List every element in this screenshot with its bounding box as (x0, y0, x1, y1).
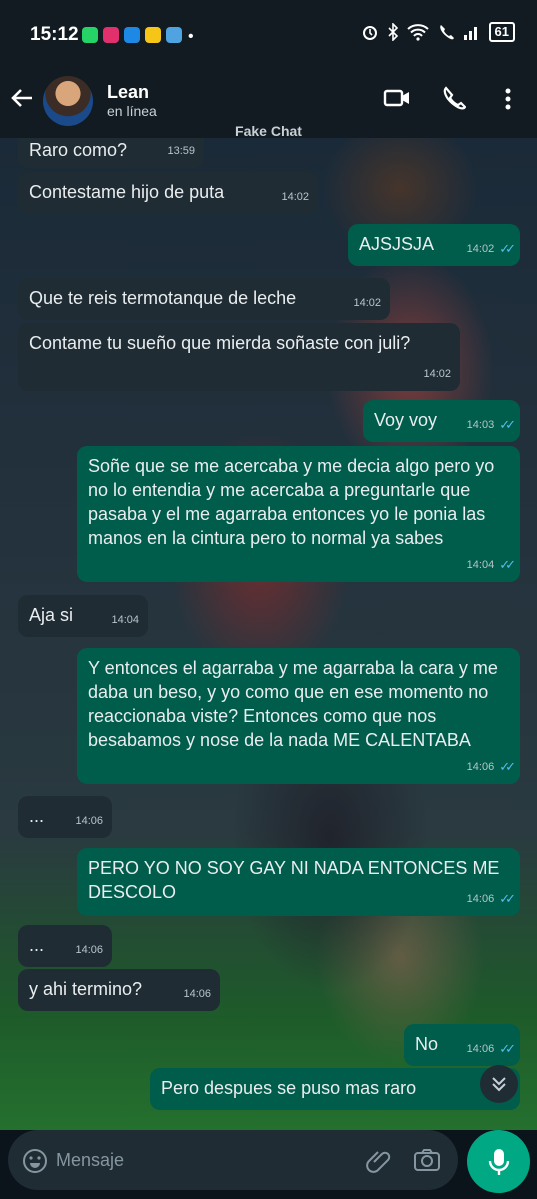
message-time: 14:06 (466, 1043, 495, 1055)
message-bubble[interactable]: Contestame hijo de puta 14:02 (18, 172, 318, 214)
message-meta: 14:04 (111, 608, 139, 632)
message-meta: 14:06 ✓✓ (466, 755, 516, 779)
message-bubble[interactable]: y ahi termino? 14:06 (18, 969, 220, 1011)
avatar[interactable] (43, 76, 93, 126)
clock: 15:12 (30, 24, 79, 45)
instagram-notification-icon (103, 27, 119, 43)
message-time: 14:04 (466, 559, 495, 571)
message-time: 14:04 (111, 614, 139, 626)
back-arrow-icon[interactable] (8, 84, 36, 112)
video-call-icon[interactable] (383, 86, 411, 110)
message-text: ... (29, 806, 45, 826)
read-receipt-icon: ✓✓ (499, 241, 516, 256)
message-meta: 14:04 ✓✓ (466, 553, 516, 577)
message-meta: 14:02 (423, 362, 451, 386)
message-meta: 13:59 (167, 139, 195, 163)
microphone-icon (488, 1148, 509, 1175)
whatsapp-notification-icon (82, 27, 98, 43)
fake-chat-watermark: Fake Chat (235, 123, 302, 139)
message-meta: 14:06 ✓✓ (466, 1037, 516, 1061)
wifi-calling-icon (439, 25, 454, 40)
message-bubble[interactable]: Aja si 14:04 (18, 595, 148, 637)
system-icons: 61 (361, 22, 515, 42)
read-receipt-icon: ✓✓ (499, 417, 516, 432)
app-notification-icon (124, 27, 140, 43)
message-text: Que te reis termotanque de leche (29, 288, 297, 308)
message-text: Y entonces el agarraba y me agarraba la … (88, 658, 498, 750)
message-text: No (415, 1034, 439, 1054)
message-meta: 14:06 (75, 809, 103, 833)
message-time: 14:06 (75, 815, 103, 827)
more-notifications-icon: • (188, 28, 194, 45)
message-meta: 14:02 (281, 185, 309, 209)
message-text: Aja si (29, 605, 74, 625)
message-bubble[interactable]: AJSJSJA 14:02 ✓✓ (348, 224, 520, 266)
message-meta: 14:06 (75, 938, 103, 962)
attach-icon[interactable] (366, 1148, 392, 1174)
message-bubble[interactable]: ... 14:06 (18, 796, 112, 838)
battery-level: 61 (488, 22, 515, 42)
presence-status: en línea (107, 103, 157, 119)
message-text: PERO YO NO SOY GAY NI NADA ENTONCES ME D… (88, 858, 500, 902)
weather-notification-icon (166, 27, 182, 43)
message-text: AJSJSJA (359, 234, 435, 254)
message-meta: 14:02 (353, 291, 381, 315)
contact-name[interactable]: Lean (107, 82, 149, 103)
message-bubble[interactable]: No 14:06 ✓✓ (404, 1024, 520, 1066)
message-bubble[interactable]: PERO YO NO SOY GAY NI NADA ENTONCES ME D… (77, 848, 520, 916)
message-text: Pero despues se puso mas raro (161, 1078, 417, 1098)
message-bubble[interactable]: Raro como? 13:59 (18, 138, 204, 168)
message-time: 14:02 (353, 297, 381, 309)
status-bar: 15:12 • 61 (0, 0, 537, 66)
message-bubble[interactable]: Contame tu sueño que mierda soñaste con … (18, 323, 460, 391)
message-time: 14:02 (423, 368, 451, 380)
message-input[interactable]: Mensaje (56, 1150, 124, 1171)
read-receipt-icon: ✓✓ (499, 1041, 516, 1056)
message-time: 14:02 (281, 191, 309, 203)
read-receipt-icon: ✓✓ (499, 759, 516, 774)
emoji-icon[interactable] (22, 1148, 48, 1174)
message-bubble[interactable]: ... 14:06 (18, 925, 112, 967)
signal-icon (463, 27, 477, 40)
message-time: 14:06 (466, 893, 495, 905)
message-time: 14:06 (466, 761, 495, 773)
double-chevron-down-icon (492, 1077, 506, 1092)
voice-message-button[interactable] (467, 1130, 530, 1193)
message-text: Contestame hijo de puta (29, 182, 225, 202)
read-receipt-icon: ✓✓ (499, 891, 516, 906)
message-bubble[interactable]: Que te reis termotanque de leche 14:02 (18, 278, 390, 320)
alarm-icon (362, 26, 377, 40)
message-time: 14:06 (75, 944, 103, 956)
message-bubble[interactable]: Voy voy 14:03 ✓✓ (363, 400, 520, 442)
message-meta: 14:06 ✓✓ (466, 887, 516, 911)
scroll-to-bottom-button[interactable] (480, 1065, 518, 1103)
message-composer[interactable]: Mensaje (8, 1130, 458, 1190)
wifi-icon (406, 24, 429, 41)
message-text: ... (29, 935, 45, 955)
message-meta: 14:06 (183, 982, 211, 1006)
message-bubble[interactable]: Pero despues se puso mas raro14:07 (150, 1068, 520, 1110)
read-receipt-icon: ✓✓ (499, 557, 516, 572)
message-bubble[interactable]: Y entonces el agarraba y me agarraba la … (77, 648, 520, 784)
message-text: Voy voy (374, 410, 438, 430)
message-text: Raro como? (29, 140, 128, 160)
message-text: Contame tu sueño que mierda soñaste con … (29, 333, 411, 353)
message-meta: 14:03 ✓✓ (466, 413, 516, 437)
message-text: Soñe que se me acercaba y me decia algo … (88, 456, 495, 548)
message-meta: 14:02 ✓✓ (466, 237, 516, 261)
message-time: 14:06 (183, 988, 211, 1000)
message-time: 14:02 (466, 243, 495, 255)
bluetooth-icon (387, 23, 398, 41)
message-time: 13:59 (167, 145, 195, 157)
chat-area[interactable]: Raro como? 13:59 Contestame hijo de puta 1… (0, 138, 537, 1130)
message-time: 14:03 (466, 419, 495, 431)
message-text: y ahi termino? (29, 979, 143, 999)
app-notification-icon (145, 27, 161, 43)
message-bubble[interactable]: Soñe que se me acercaba y me decia algo … (77, 446, 520, 582)
voice-call-icon[interactable] (440, 86, 466, 112)
camera-icon[interactable] (413, 1147, 441, 1173)
more-options-icon[interactable] (500, 86, 516, 112)
